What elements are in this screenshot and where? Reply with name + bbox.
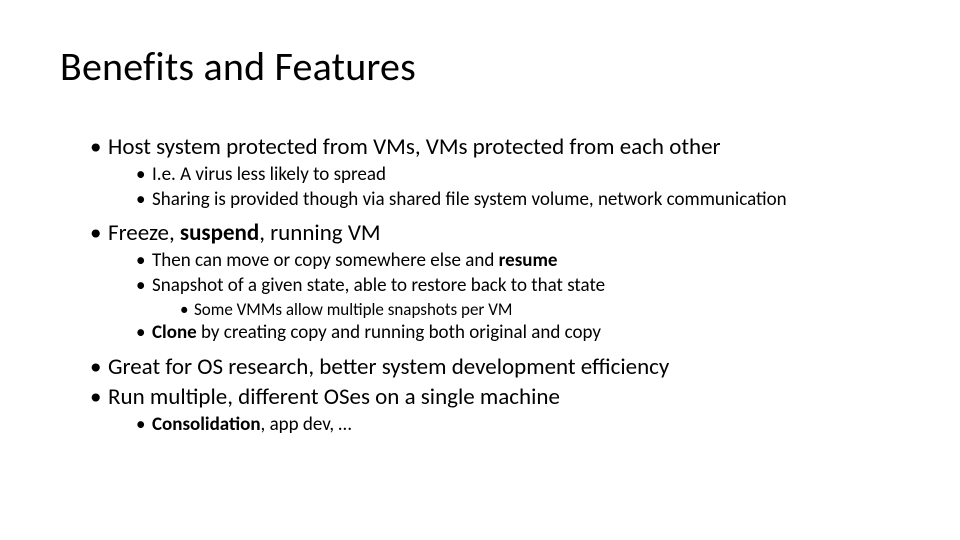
sub-list: Consolidation, app dev, … <box>108 413 900 437</box>
text-run: , running VM <box>259 219 380 247</box>
bullet-list: Host system protected from VMs, VMs prot… <box>60 133 900 437</box>
sub-item: Clone by creating copy and running both … <box>136 321 900 345</box>
text-run: , app dev, … <box>261 413 352 436</box>
sub-list: I.e. A virus less likely to spread Shari… <box>108 163 900 212</box>
bullet-text: Run multiple, different OSes on a single… <box>108 383 560 411</box>
bullet-item: Run multiple, different OSes on a single… <box>90 383 900 437</box>
text-run: Freeze, <box>108 219 180 247</box>
text-run: Then can move or copy somewhere else and <box>152 249 499 272</box>
bullet-text: Freeze, suspend, running VM <box>108 219 381 247</box>
slide: Benefits and Features Host system protec… <box>0 0 960 540</box>
bullet-text: Host system protected from VMs, VMs prot… <box>108 133 721 161</box>
sub-item: Consolidation, app dev, … <box>136 413 900 437</box>
sub-sub-item: Some VMMs allow multiple snapshots per V… <box>180 299 900 320</box>
text-run: by creating copy and running both origin… <box>197 321 601 344</box>
text-bold: Clone <box>152 321 197 344</box>
sub-item: Sharing is provided though via shared fi… <box>136 188 900 212</box>
bullet-item: Freeze, suspend, running VM Then can mov… <box>90 219 900 344</box>
bullet-item: Host system protected from VMs, VMs prot… <box>90 133 900 211</box>
text-run: Snapshot of a given state, able to resto… <box>152 274 605 297</box>
sub-list: Then can move or copy somewhere else and… <box>108 249 900 345</box>
bullet-item: Great for OS research, better system dev… <box>90 353 900 382</box>
sub-item: I.e. A virus less likely to spread <box>136 163 900 187</box>
text-bold: suspend <box>180 219 259 247</box>
text-bold: Consolidation <box>152 413 261 436</box>
sub-item: Then can move or copy somewhere else and… <box>136 249 900 273</box>
slide-title: Benefits and Features <box>60 42 900 91</box>
sub-sub-list: Some VMMs allow multiple snapshots per V… <box>152 299 900 320</box>
sub-item: Snapshot of a given state, able to resto… <box>136 274 900 320</box>
text-bold: resume <box>499 249 558 272</box>
